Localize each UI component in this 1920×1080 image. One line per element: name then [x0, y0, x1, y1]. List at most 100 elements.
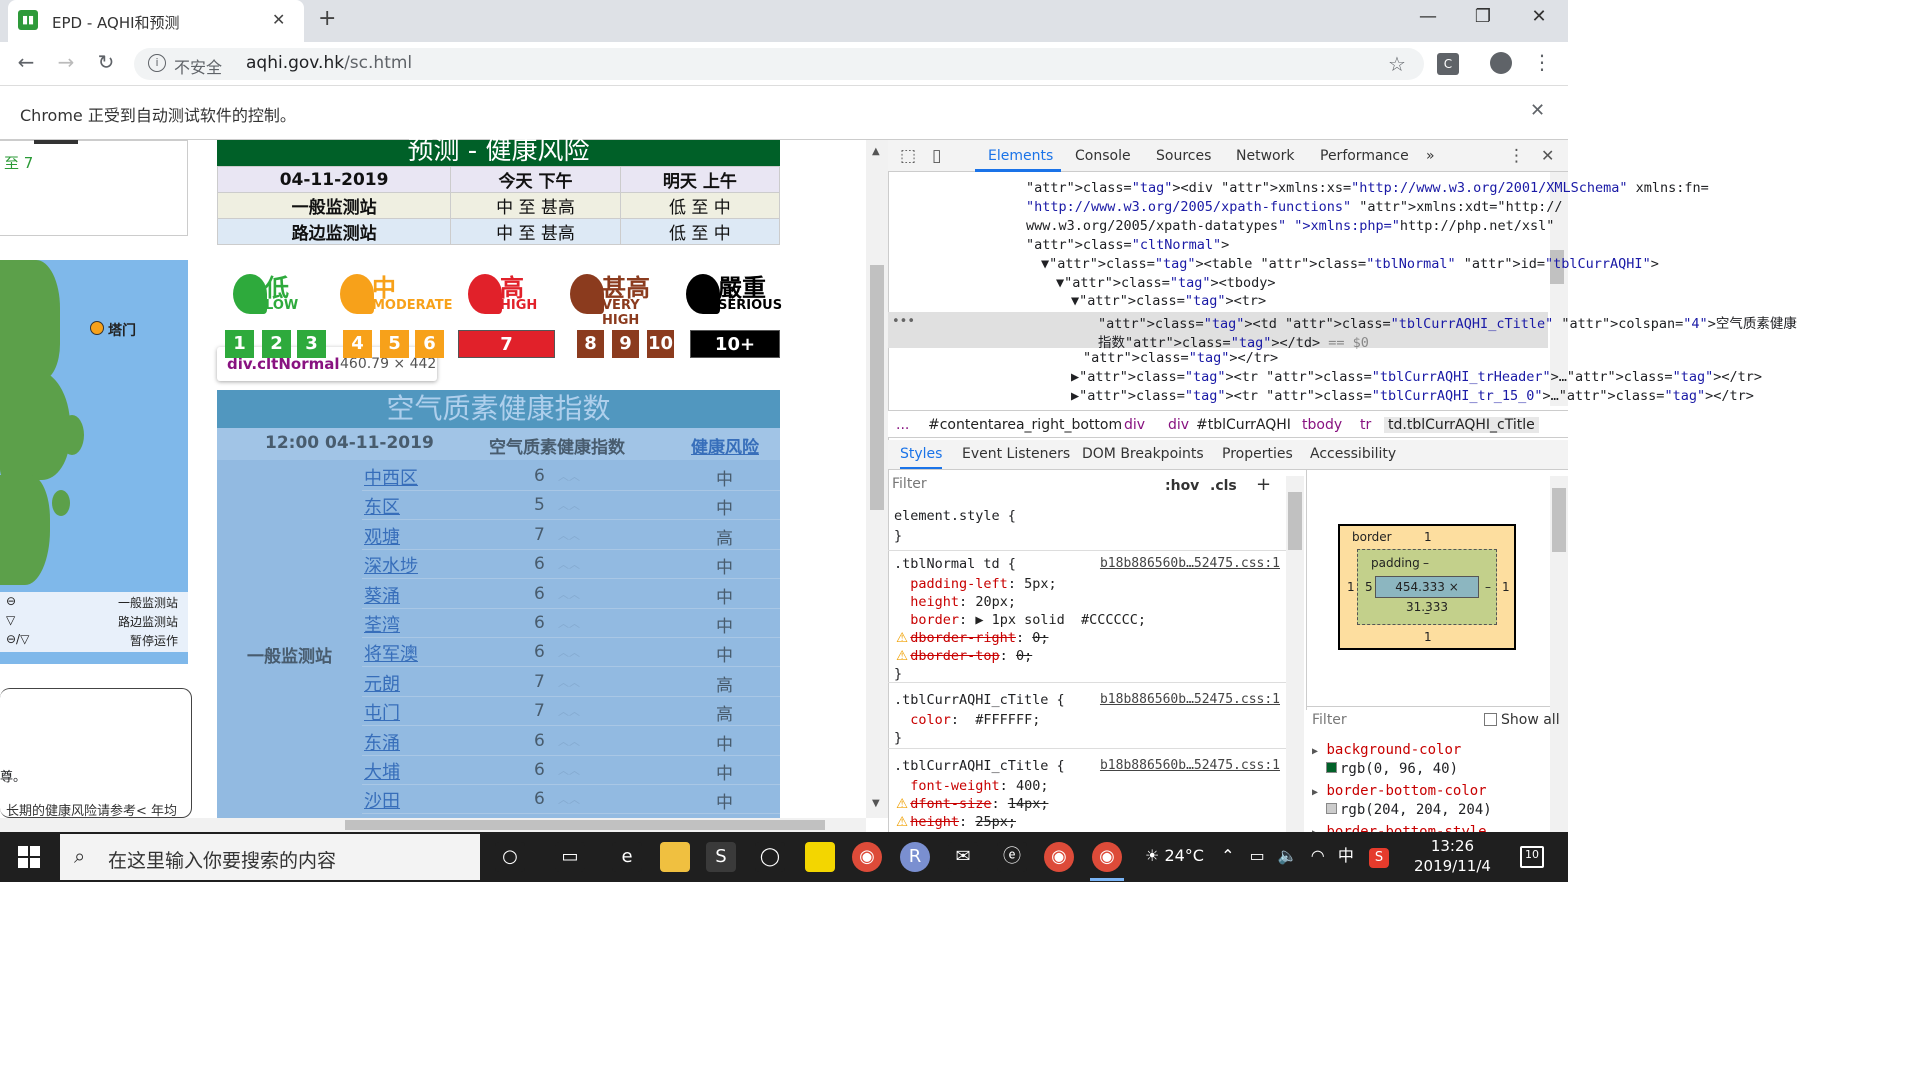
- dom-node-line[interactable]: ▶"attr">class="tag"><tr "attr">class="tb…: [1071, 369, 1762, 385]
- ime-indicator[interactable]: 中: [1338, 846, 1354, 865]
- trend-chart-icon[interactable]: ︿︿: [558, 615, 580, 631]
- ie-icon[interactable]: ⓔ: [997, 842, 1027, 872]
- breadcrumb-item[interactable]: td.tblCurrAQHI_cTitle: [1384, 417, 1539, 433]
- url-text[interactable]: aqhi.gov.hk/sc.html: [246, 53, 412, 73]
- browser-menu-icon[interactable]: ⋮: [1532, 50, 1552, 74]
- dom-node-line[interactable]: "attr">class="tag"><td "attr">class="tbl…: [1098, 312, 1797, 332]
- scroll-up-icon[interactable]: ▲: [872, 146, 880, 157]
- class-toggle[interactable]: .cls: [1210, 478, 1237, 494]
- dom-node-line[interactable]: ▼"attr">class="tag"><tbody>: [1056, 275, 1276, 291]
- district-link[interactable]: 元朗: [364, 670, 400, 696]
- tab-console[interactable]: Console: [1075, 148, 1131, 164]
- subtab-properties[interactable]: Properties: [1222, 446, 1293, 462]
- minimize-icon[interactable]: —: [1408, 6, 1448, 27]
- cortana-icon[interactable]: ○: [495, 842, 525, 872]
- trend-chart-icon[interactable]: ︿︿: [558, 703, 580, 719]
- new-tab-icon[interactable]: +: [318, 6, 336, 31]
- weather-icon[interactable]: ☀: [1145, 846, 1159, 865]
- dom-node-line[interactable]: "attr">class="tag"><div "attr">xmlns:xs=…: [1026, 180, 1709, 196]
- more-tabs-icon[interactable]: »: [1426, 148, 1435, 164]
- 360-browser-icon[interactable]: ◯: [755, 842, 785, 872]
- subtab-accessibility[interactable]: Accessibility: [1310, 446, 1396, 462]
- weather-temp[interactable]: 24°C: [1164, 846, 1204, 865]
- dom-node-line[interactable]: www.w3.org/2005/xpath-datatypes" ">xmlns…: [1026, 218, 1554, 234]
- chrome-icon-1[interactable]: ◉: [852, 842, 882, 872]
- dom-node-line[interactable]: ▼"attr">class="tag"><table "attr">class=…: [1041, 256, 1659, 272]
- dom-node-line[interactable]: ▼"attr">class="tag"><tr>: [1071, 293, 1266, 309]
- style-line[interactable]: .tblCurrAQHI_cTitle {: [894, 692, 1065, 708]
- district-link[interactable]: 观塘: [364, 523, 400, 549]
- style-line[interactable]: element.style {: [894, 508, 1016, 524]
- trend-chart-icon[interactable]: ︿︿: [558, 791, 580, 807]
- breadcrumb-item[interactable]: #tblCurrAQHI: [1196, 417, 1291, 433]
- district-link[interactable]: 荃湾: [364, 611, 400, 637]
- breadcrumb-item[interactable]: tr: [1360, 417, 1371, 433]
- battery-icon[interactable]: ▭: [1250, 846, 1265, 865]
- trend-chart-icon[interactable]: ︿︿: [558, 556, 580, 572]
- trend-chart-icon[interactable]: ︿︿: [558, 586, 580, 602]
- chrome-icon-3[interactable]: ◉: [1092, 842, 1122, 872]
- trend-chart-icon[interactable]: ︿︿: [558, 644, 580, 660]
- trend-chart-icon[interactable]: ︿︿: [558, 497, 580, 513]
- style-line[interactable]: .tblCurrAQHI_cTitle {: [894, 758, 1065, 774]
- trend-chart-icon[interactable]: ︿︿: [558, 468, 580, 484]
- left-panel-link[interactable]: 至 7: [4, 152, 33, 173]
- new-style-rule-icon[interactable]: +: [1256, 474, 1271, 495]
- style-line[interactable]: dborder-top: 0;: [894, 648, 1032, 664]
- district-link[interactable]: 大埔: [364, 758, 400, 784]
- subtab-styles[interactable]: Styles: [900, 446, 943, 469]
- trend-chart-icon[interactable]: ︿︿: [558, 527, 580, 543]
- sogou-ime-icon[interactable]: S: [1368, 848, 1389, 868]
- devtools-close-icon[interactable]: ✕: [1541, 146, 1554, 165]
- dom-node-line[interactable]: "http://www.w3.org/2005/xpath-functions"…: [1026, 199, 1562, 215]
- styles-scroll-thumb[interactable]: [1288, 492, 1302, 550]
- hover-state-toggle[interactable]: :hov: [1165, 478, 1199, 494]
- breadcrumb-item[interactable]: div: [1124, 417, 1145, 433]
- style-line[interactable]: .tblNormal td {: [894, 556, 1016, 572]
- volume-icon[interactable]: 🔈: [1278, 846, 1298, 865]
- computed-scroll-thumb[interactable]: [1552, 488, 1566, 552]
- page-scroll-thumb[interactable]: [870, 265, 884, 510]
- computed-filter-input[interactable]: Filter: [1312, 712, 1347, 728]
- reload-icon[interactable]: ↻: [92, 50, 120, 74]
- subtab-dom-breakpoints[interactable]: DOM Breakpoints: [1082, 446, 1204, 462]
- dom-node-line[interactable]: "attr">class="cltNormal">: [1026, 237, 1229, 253]
- trend-chart-icon[interactable]: ︿︿: [558, 762, 580, 778]
- taskbar-clock[interactable]: 13:26 2019/11/4: [1414, 836, 1491, 876]
- window-close-icon[interactable]: ✕: [1519, 6, 1559, 27]
- tab-elements[interactable]: Elements: [988, 148, 1053, 164]
- dom-node-line[interactable]: "attr">class="tag"></tr>: [1083, 350, 1278, 366]
- styles-pane[interactable]: element.style {} .tblNormal td { b18b88656…: [888, 500, 1286, 832]
- breadcrumb-item[interactable]: #contentarea_right_bottom: [928, 417, 1122, 433]
- back-icon[interactable]: ←: [12, 50, 40, 74]
- district-link[interactable]: 东区: [364, 493, 400, 519]
- style-line[interactable]: dborder-right: 0;: [894, 630, 1048, 646]
- trend-chart-icon[interactable]: ︿︿: [558, 674, 580, 690]
- computed-property[interactable]: ▶ background-color: [1312, 742, 1461, 758]
- style-line[interactable]: border: ▶ 1px solid #CCCCCC;: [894, 612, 1146, 628]
- site-info-icon[interactable]: i: [148, 54, 166, 72]
- styles-filter-input[interactable]: Filter: [892, 476, 1152, 498]
- bookmark-star-icon[interactable]: ☆: [1388, 52, 1406, 76]
- dom-node-line[interactable]: ▶"attr">class="tag"><tr "attr">class="tb…: [1071, 388, 1754, 404]
- stylesheet-link[interactable]: b18b886560b…52475.css:1: [1100, 556, 1280, 571]
- close-tab-icon[interactable]: ✕: [272, 10, 285, 29]
- computed-property[interactable]: ▶ border-bottom-color: [1312, 783, 1487, 799]
- tab-network[interactable]: Network: [1236, 148, 1294, 164]
- style-line[interactable]: dfont-size: 14px;: [894, 796, 1048, 812]
- district-link[interactable]: 深水埗: [364, 552, 418, 578]
- tab-sources[interactable]: Sources: [1156, 148, 1211, 164]
- windows-start-icon[interactable]: [18, 846, 40, 868]
- show-hidden-icons-icon[interactable]: ⌃: [1221, 846, 1234, 865]
- tap-mun-station-marker[interactable]: [90, 321, 104, 335]
- breadcrumb-item[interactable]: div: [1168, 417, 1189, 433]
- district-link[interactable]: 沙田: [364, 787, 400, 813]
- infobar-close-icon[interactable]: ✕: [1530, 100, 1545, 121]
- district-link[interactable]: 将军澳: [364, 640, 418, 666]
- show-all-checkbox[interactable]: Show all: [1484, 712, 1560, 728]
- style-line[interactable]: }: [894, 528, 902, 544]
- scroll-down-icon[interactable]: ▼: [872, 798, 880, 809]
- district-link[interactable]: 葵涌: [364, 582, 400, 608]
- mail-icon[interactable]: ✉: [948, 842, 978, 872]
- file-explorer-icon[interactable]: [660, 842, 690, 872]
